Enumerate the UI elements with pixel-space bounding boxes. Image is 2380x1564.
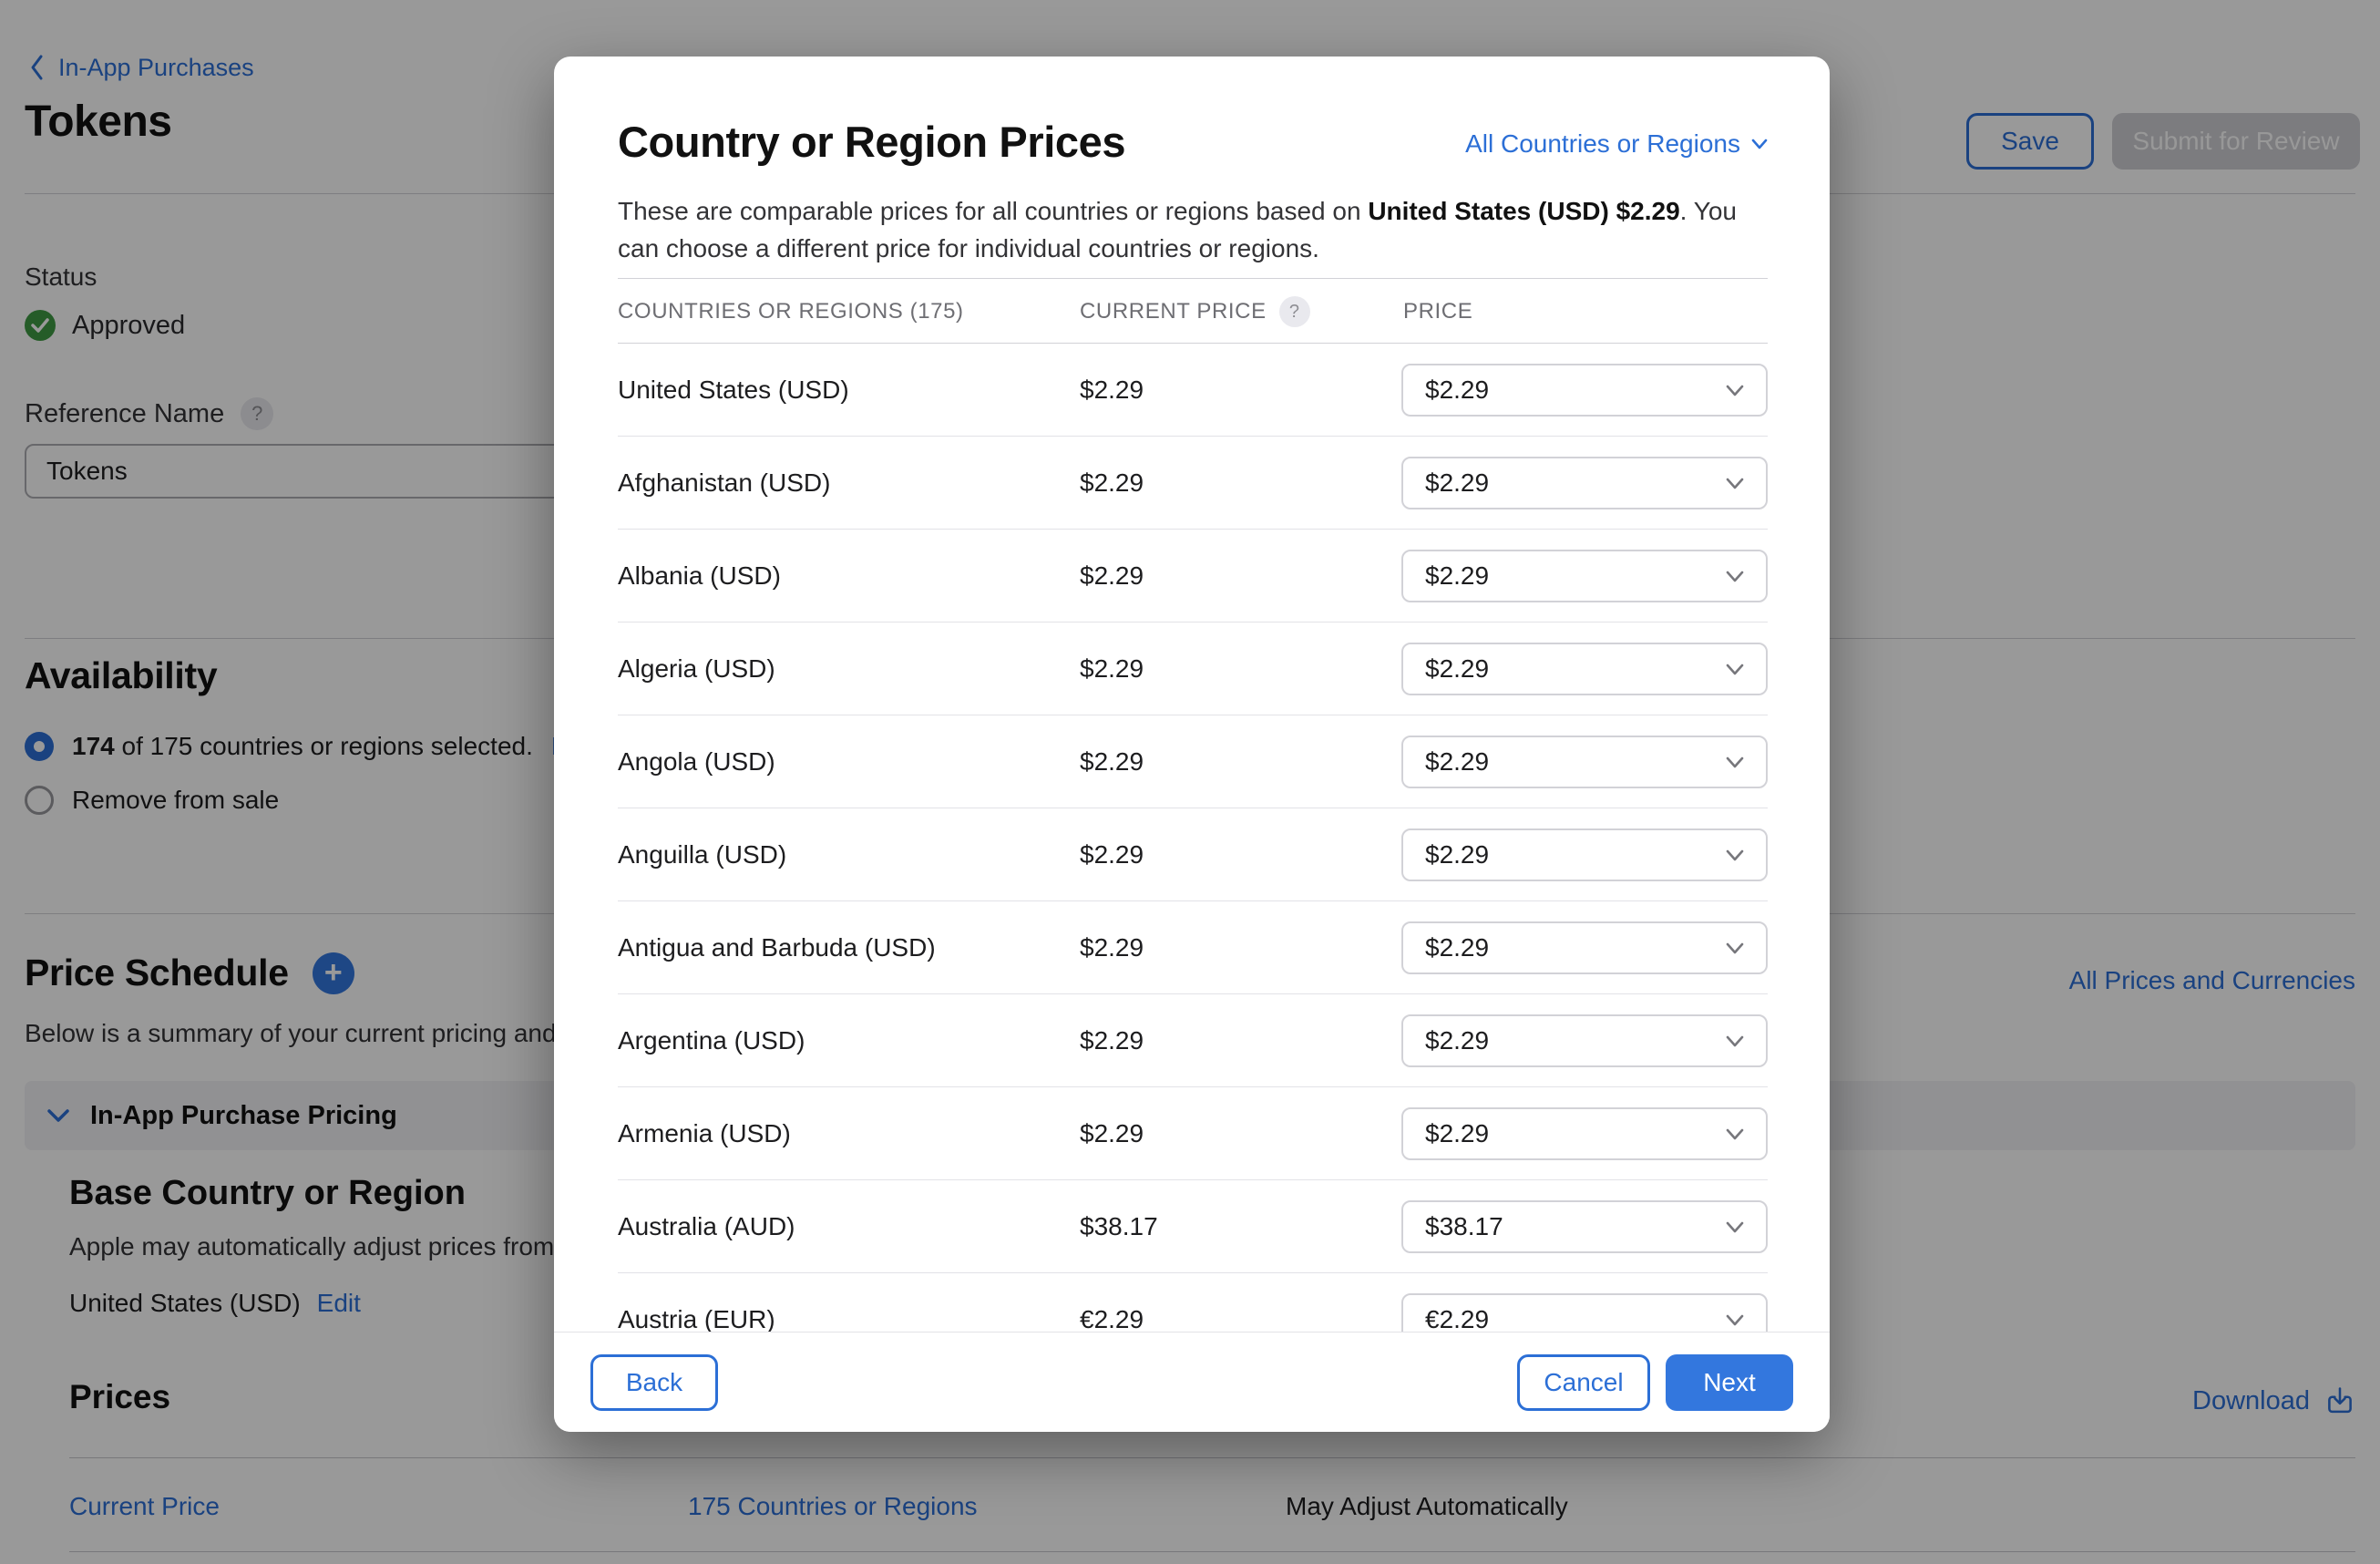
price-select[interactable]: $2.29: [1401, 736, 1768, 788]
current-price-cell: $2.29: [1080, 715, 1144, 808]
country-cell: Afghanistan (USD): [618, 437, 830, 530]
current-price-cell: $38.17: [1080, 1180, 1158, 1273]
country-cell: Austria (EUR): [618, 1273, 775, 1332]
current-price-cell: €2.29: [1080, 1273, 1144, 1332]
current-price-cell: $2.29: [1080, 344, 1144, 437]
app-store-connect-screen: In-App Purchases Tokens Save Submit for …: [0, 0, 2380, 1564]
chevron-down-icon: [1726, 571, 1744, 582]
table-row: Argentina (USD) $2.29 $2.29: [618, 994, 1768, 1087]
chevron-down-icon: [1751, 139, 1768, 149]
table-row: Australia (AUD) $38.17 $38.17: [618, 1180, 1768, 1273]
country-cell: Armenia (USD): [618, 1087, 791, 1180]
scope-selector[interactable]: All Countries or Regions: [1465, 129, 1768, 159]
table-row: Austria (EUR) €2.29 €2.29: [618, 1273, 1768, 1332]
price-select-value: $2.29: [1425, 654, 1489, 684]
price-select[interactable]: $2.29: [1401, 1107, 1768, 1160]
chevron-down-icon: [1726, 664, 1744, 675]
price-select[interactable]: $2.29: [1401, 457, 1768, 509]
chevron-down-icon: [1726, 385, 1744, 396]
price-select[interactable]: $2.29: [1401, 921, 1768, 974]
price-select-value: $2.29: [1425, 561, 1489, 591]
price-select[interactable]: $2.29: [1401, 364, 1768, 417]
price-select-value: $38.17: [1425, 1212, 1503, 1241]
next-button-label: Next: [1703, 1368, 1756, 1397]
table-row: Afghanistan (USD) $2.29 $2.29: [618, 437, 1768, 530]
chevron-down-icon: [1726, 1128, 1744, 1140]
table-row: Anguilla (USD) $2.29 $2.29: [618, 808, 1768, 901]
price-table-body: United States (USD) $2.29 $2.29 Afghanis…: [618, 344, 1768, 1332]
price-select-value: $2.29: [1425, 1026, 1489, 1055]
price-select-value: €2.29: [1425, 1305, 1489, 1332]
column-price: PRICE: [1403, 279, 1472, 345]
current-price-cell: $2.29: [1080, 901, 1144, 994]
modal-footer: Back Cancel Next: [554, 1332, 1830, 1432]
scope-selector-label: All Countries or Regions: [1465, 129, 1740, 159]
current-price-cell: $2.29: [1080, 623, 1144, 715]
country-cell: Angola (USD): [618, 715, 775, 808]
table-row: Antigua and Barbuda (USD) $2.29 $2.29: [618, 901, 1768, 994]
modal-description: These are comparable prices for all coun…: [618, 193, 1771, 267]
table-row: Algeria (USD) $2.29 $2.29: [618, 623, 1768, 715]
current-price-cell: $2.29: [1080, 1087, 1144, 1180]
column-countries: COUNTRIES OR REGIONS (175): [618, 279, 964, 345]
modal-title: Country or Region Prices: [618, 117, 1125, 167]
chevron-down-icon: [1726, 478, 1744, 489]
table-row: Angola (USD) $2.29 $2.29: [618, 715, 1768, 808]
price-select[interactable]: $2.29: [1401, 550, 1768, 602]
next-button[interactable]: Next: [1666, 1354, 1793, 1411]
chevron-down-icon: [1726, 1314, 1744, 1326]
chevron-down-icon: [1726, 849, 1744, 861]
country-cell: United States (USD): [618, 344, 849, 437]
back-button[interactable]: Back: [590, 1354, 718, 1411]
price-select[interactable]: $2.29: [1401, 1014, 1768, 1067]
price-select-value: $2.29: [1425, 1119, 1489, 1148]
current-price-cell: $2.29: [1080, 808, 1144, 901]
country-cell: Anguilla (USD): [618, 808, 786, 901]
chevron-down-icon: [1726, 942, 1744, 954]
price-select[interactable]: $38.17: [1401, 1200, 1768, 1253]
column-current-price: CURRENT PRICE ?: [1080, 279, 1310, 345]
table-row: Albania (USD) $2.29 $2.29: [618, 530, 1768, 623]
chevron-down-icon: [1726, 756, 1744, 768]
chevron-down-icon: [1726, 1221, 1744, 1233]
cancel-button-label: Cancel: [1544, 1368, 1623, 1397]
price-select-value: $2.29: [1425, 468, 1489, 498]
country-cell: Albania (USD): [618, 530, 781, 623]
current-price-help-icon[interactable]: ?: [1279, 296, 1310, 327]
table-row: United States (USD) $2.29 $2.29: [618, 344, 1768, 437]
table-row: Armenia (USD) $2.29 $2.29: [618, 1087, 1768, 1180]
price-table-header: COUNTRIES OR REGIONS (175) CURRENT PRICE…: [618, 278, 1768, 344]
price-select[interactable]: €2.29: [1401, 1293, 1768, 1332]
current-price-cell: $2.29: [1080, 994, 1144, 1087]
current-price-cell: $2.29: [1080, 437, 1144, 530]
country-region-prices-modal: Country or Region Prices All Countries o…: [554, 57, 1830, 1432]
price-select[interactable]: $2.29: [1401, 643, 1768, 695]
price-select-value: $2.29: [1425, 933, 1489, 962]
country-cell: Argentina (USD): [618, 994, 805, 1087]
cancel-button[interactable]: Cancel: [1517, 1354, 1650, 1411]
country-cell: Australia (AUD): [618, 1180, 795, 1273]
price-select-value: $2.29: [1425, 376, 1489, 405]
country-cell: Antigua and Barbuda (USD): [618, 901, 936, 994]
price-select[interactable]: $2.29: [1401, 828, 1768, 881]
chevron-down-icon: [1726, 1035, 1744, 1047]
country-cell: Algeria (USD): [618, 623, 775, 715]
back-button-label: Back: [626, 1368, 682, 1397]
current-price-cell: $2.29: [1080, 530, 1144, 623]
price-select-value: $2.29: [1425, 840, 1489, 869]
price-select-value: $2.29: [1425, 747, 1489, 777]
